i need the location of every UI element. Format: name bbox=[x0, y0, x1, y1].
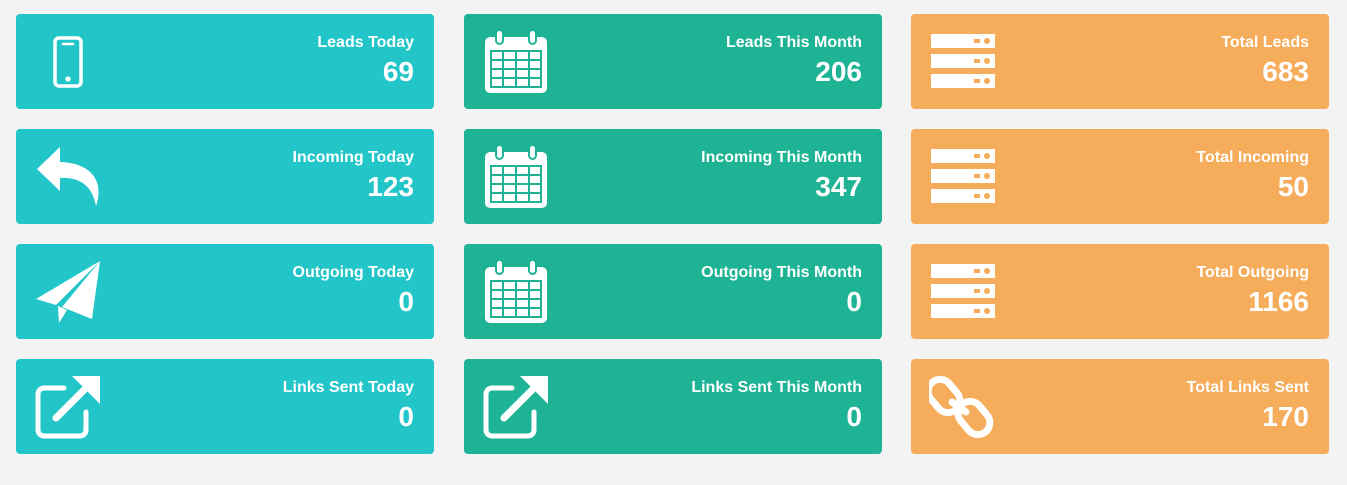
reply-arrow-icon bbox=[34, 144, 102, 210]
card-value: 170 bbox=[1262, 401, 1309, 432]
calendar-icon bbox=[482, 144, 550, 210]
server-icon bbox=[929, 29, 997, 95]
total-outgoing-card[interactable]: Total Outgoing 1166 bbox=[911, 244, 1329, 339]
total-leads-card[interactable]: Total Leads 683 bbox=[911, 14, 1329, 109]
links-sent-this-month-card[interactable]: Links Sent This Month 0 bbox=[464, 359, 882, 454]
card-value: 206 bbox=[815, 56, 862, 87]
card-value: 50 bbox=[1277, 171, 1309, 202]
card-label: Links Sent Today bbox=[282, 379, 414, 396]
card-value: 1166 bbox=[1248, 286, 1309, 317]
total-links-sent-card[interactable]: Total Links Sent 170 bbox=[911, 359, 1329, 454]
card-value: 347 bbox=[815, 171, 862, 202]
incoming-today-card[interactable]: Incoming Today 123 bbox=[16, 129, 434, 224]
card-label: Total Outgoing bbox=[1196, 264, 1309, 281]
card-label: Leads Today bbox=[317, 34, 414, 51]
server-icon bbox=[929, 144, 997, 210]
card-label: Outgoing This Month bbox=[701, 264, 862, 281]
card-value: 0 bbox=[846, 401, 862, 432]
mobile-phone-icon bbox=[34, 29, 102, 95]
card-label: Total Leads bbox=[1221, 34, 1309, 51]
outgoing-today-card[interactable]: Outgoing Today 0 bbox=[16, 244, 434, 339]
card-label: Incoming This Month bbox=[701, 149, 862, 166]
total-incoming-card[interactable]: Total Incoming 50 bbox=[911, 129, 1329, 224]
chain-link-icon bbox=[929, 374, 997, 440]
server-icon bbox=[929, 259, 997, 325]
card-value: 69 bbox=[382, 56, 414, 87]
card-value: 0 bbox=[846, 286, 862, 317]
external-link-icon bbox=[482, 374, 550, 440]
calendar-icon bbox=[482, 259, 550, 325]
card-label: Incoming Today bbox=[292, 149, 414, 166]
card-value: 123 bbox=[367, 171, 414, 202]
card-label: Leads This Month bbox=[726, 34, 862, 51]
links-sent-today-card[interactable]: Links Sent Today 0 bbox=[16, 359, 434, 454]
calendar-icon bbox=[482, 29, 550, 95]
card-value: 0 bbox=[398, 286, 414, 317]
leads-today-card[interactable]: Leads Today 69 bbox=[16, 14, 434, 109]
paper-plane-icon bbox=[34, 259, 102, 325]
card-value: 0 bbox=[398, 401, 414, 432]
card-label: Total Links Sent bbox=[1186, 379, 1309, 396]
card-value: 683 bbox=[1262, 56, 1309, 87]
leads-this-month-card[interactable]: Leads This Month 206 bbox=[464, 14, 882, 109]
external-link-icon bbox=[34, 374, 102, 440]
card-label: Total Incoming bbox=[1196, 149, 1309, 166]
incoming-this-month-card[interactable]: Incoming This Month 347 bbox=[464, 129, 882, 224]
card-label: Links Sent This Month bbox=[691, 379, 862, 396]
outgoing-this-month-card[interactable]: Outgoing This Month 0 bbox=[464, 244, 882, 339]
card-label: Outgoing Today bbox=[292, 264, 414, 281]
